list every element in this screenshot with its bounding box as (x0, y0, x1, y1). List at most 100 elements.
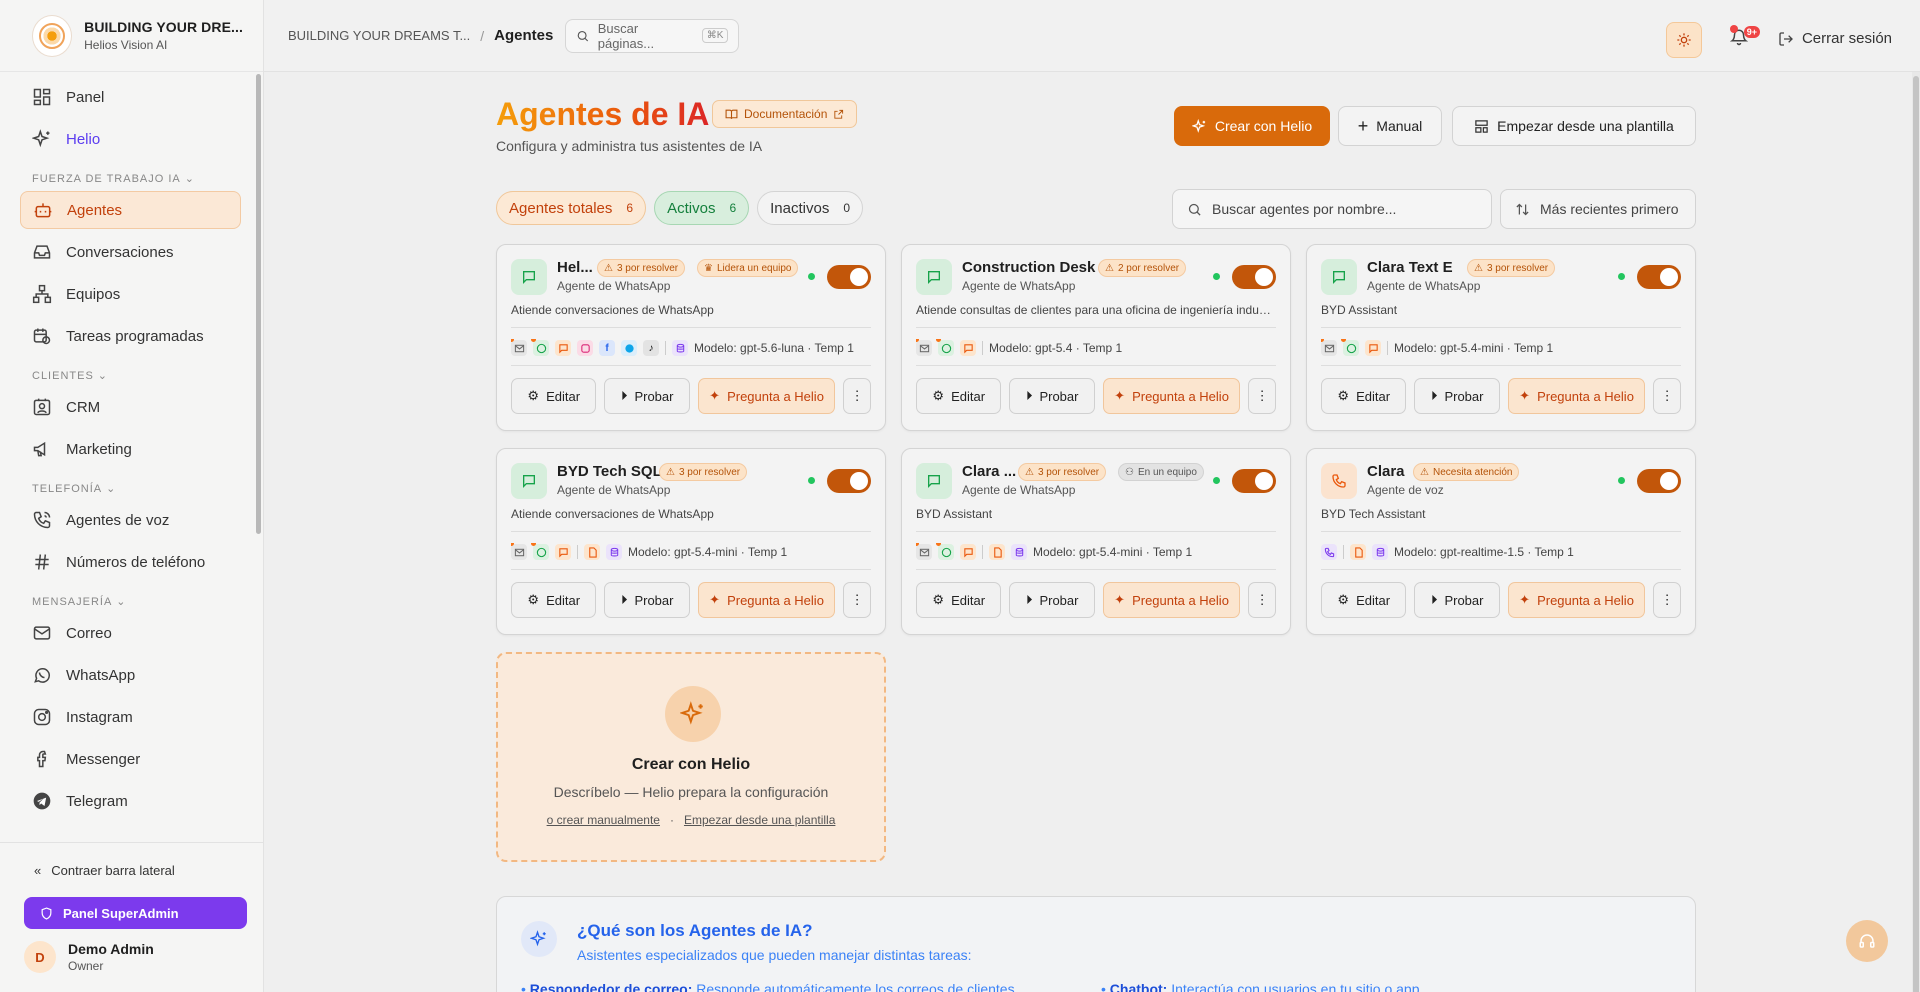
mail-channel-icon (916, 543, 932, 560)
section-clients[interactable]: CLIENTES ⌄ (32, 369, 241, 383)
sidebar-item-voice-agents[interactable]: Agentes de voz (20, 501, 241, 539)
section-phone[interactable]: TELEFONÍA ⌄ (32, 482, 241, 496)
agent-card[interactable]: Clara Text E ⚠ 3 por resolver Agente de W… (1306, 244, 1696, 431)
agent-card[interactable]: Construction Desk ⚠ 2 por resolver Agente… (901, 244, 1291, 431)
create-with-helio-button[interactable]: Crear con Helio (1174, 106, 1330, 146)
more-options-button[interactable]: ⋮ (1653, 582, 1681, 618)
page-scrollbar[interactable] (1912, 72, 1920, 992)
more-options-button[interactable]: ⋮ (1248, 378, 1276, 414)
sidebar-item-phone-numbers[interactable]: Números de teléfono (20, 543, 241, 581)
sidebar-item-agents[interactable]: Agentes (20, 191, 241, 229)
users-icon: ⚇ (1125, 466, 1134, 478)
test-button[interactable]: ⏵ Probar (1414, 582, 1500, 618)
chat-icon (916, 463, 952, 499)
docs-link[interactable]: Documentación (712, 100, 858, 128)
section-messaging[interactable]: MENSAJERÍA ⌄ (32, 595, 241, 609)
sort-select[interactable]: Más recientes primero (1500, 189, 1696, 229)
sidebar-item-telegram[interactable]: Telegram (20, 782, 241, 820)
agent-model: Modelo: gpt-5.4-mini · Temp 1 (1394, 341, 1554, 355)
sidebar-item-conversations[interactable]: Conversaciones (20, 233, 241, 271)
create-manually-link[interactable]: o crear manualmente (547, 813, 660, 827)
edit-button[interactable]: ⚙ Editar (511, 582, 597, 618)
agent-search-input[interactable]: Buscar agentes por nombre... (1172, 189, 1492, 229)
sidebar-item-marketing[interactable]: Marketing (20, 430, 241, 468)
create-agent-card[interactable]: Crear con Helio Descríbelo — Helio prepa… (496, 652, 886, 862)
agent-description: BYD Tech Assistant (1321, 507, 1681, 532)
sidebar-item-teams[interactable]: Equipos (20, 275, 241, 313)
agent-name: Clara Text E (1367, 259, 1453, 276)
mail-channel-icon (511, 543, 527, 560)
page-search-input[interactable]: Buscar páginas... ⌘K (565, 18, 740, 53)
edit-button[interactable]: ⚙ Editar (916, 378, 1002, 414)
agent-card[interactable]: Hel... ⚠ 3 por resolver ♛ Lidera un equipo… (496, 244, 886, 431)
agent-active-toggle[interactable] (827, 469, 871, 493)
agent-description: BYD Assistant (1321, 303, 1681, 328)
ask-helio-button[interactable]: ✦ Pregunta a Helio (1507, 582, 1646, 618)
collapse-sidebar-button[interactable]: « Contraer barra lateral (34, 855, 247, 885)
ask-helio-button[interactable]: ✦ Pregunta a Helio (697, 378, 836, 414)
sidebar-item-messenger[interactable]: Messenger (20, 740, 241, 778)
sidebar-item-crm[interactable]: CRM (20, 388, 241, 426)
more-options-button[interactable]: ⋮ (843, 582, 871, 618)
test-button[interactable]: ⏵ Probar (604, 582, 690, 618)
edit-button[interactable]: ⚙ Editar (1321, 378, 1407, 414)
filter-total[interactable]: Agentes totales 6 (496, 191, 647, 225)
mail-channel-icon (511, 339, 527, 356)
button-label: Crear con Helio (1214, 118, 1313, 134)
sidebar-item-whatsapp[interactable]: WhatsApp (20, 656, 241, 694)
more-options-button[interactable]: ⋮ (843, 378, 871, 414)
sidebar-item-instagram[interactable]: Instagram (20, 698, 241, 736)
breadcrumb-org[interactable]: BUILDING YOUR DREAMS T... (288, 28, 470, 43)
ask-helio-button[interactable]: ✦ Pregunta a Helio (1102, 378, 1241, 414)
test-button[interactable]: ⏵ Probar (1414, 378, 1500, 414)
ask-helio-button[interactable]: ✦ Pregunta a Helio (1507, 378, 1646, 414)
sidebar-item-email[interactable]: Correo (20, 614, 241, 652)
database-icon (1372, 544, 1388, 560)
edit-button[interactable]: ⚙ Editar (511, 378, 597, 414)
sidebar-item-label: Agentes de voz (66, 511, 170, 529)
agent-active-toggle[interactable] (1637, 469, 1681, 493)
sidebar-scrollbar[interactable] (256, 74, 261, 534)
brand[interactable]: BUILDING YOUR DRE... Helios Vision AI (0, 0, 263, 72)
agent-card[interactable]: Clara ⚠ Necesita atención Agente de voz B… (1306, 448, 1696, 635)
sidebar-item-scheduled[interactable]: Tareas programadas (20, 317, 241, 355)
filter-active[interactable]: Activos 6 (654, 191, 750, 225)
agent-card[interactable]: BYD Tech SQL ⚠ 3 por resolver Agente de W… (496, 448, 886, 635)
section-label: MENSAJERÍA (32, 595, 113, 608)
section-workforce[interactable]: FUERZA DE TRABAJO IA ⌄ (32, 172, 241, 186)
agent-active-toggle[interactable] (1232, 469, 1276, 493)
agent-card[interactable]: Clara ... ⚠ 3 por resolver ⚇ En un equipo … (901, 448, 1291, 635)
ask-helio-button[interactable]: ✦ Pregunta a Helio (697, 582, 836, 618)
user-menu[interactable]: D Demo Admin Owner (24, 941, 247, 973)
link-separator: · (669, 813, 674, 827)
theme-toggle-button[interactable] (1666, 22, 1702, 58)
agent-active-toggle[interactable] (1232, 265, 1276, 289)
agent-active-toggle[interactable] (827, 265, 871, 289)
more-options-button[interactable]: ⋮ (1248, 582, 1276, 618)
gear-icon: ⚙ (932, 592, 945, 607)
bullet-text: Responde automáticamente los correos de … (696, 981, 1015, 992)
superadmin-button[interactable]: Panel SuperAdmin (24, 897, 247, 929)
support-chat-button[interactable] (1846, 920, 1888, 962)
collapse-label: Contraer barra lateral (51, 862, 175, 878)
contact-icon (33, 398, 51, 416)
edit-button[interactable]: ⚙ Editar (1321, 582, 1407, 618)
logout-button[interactable]: Cerrar sesión (1778, 30, 1892, 47)
template-button[interactable]: Empezar desde una plantilla (1452, 106, 1696, 146)
instagram-icon (33, 708, 51, 726)
ask-helio-button[interactable]: ✦ Pregunta a Helio (1102, 582, 1241, 618)
test-button[interactable]: ⏵ Probar (1009, 582, 1095, 618)
button-label: Editar (1356, 388, 1391, 404)
filter-inactive[interactable]: Inactivos 0 (757, 191, 864, 225)
test-button[interactable]: ⏵ Probar (604, 378, 690, 414)
start-from-template-link[interactable]: Empezar desde una plantilla (684, 813, 835, 827)
sidebar-item-panel[interactable]: Panel (20, 78, 241, 116)
status-filters: Agentes totales 6 Activos 6 Inactivos 0 (496, 191, 864, 225)
edit-button[interactable]: ⚙ Editar (916, 582, 1002, 618)
more-options-button[interactable]: ⋮ (1653, 378, 1681, 414)
agent-active-toggle[interactable] (1637, 265, 1681, 289)
manual-button[interactable]: + Manual (1338, 106, 1442, 146)
button-label: Manual (1376, 118, 1423, 134)
test-button[interactable]: ⏵ Probar (1009, 378, 1095, 414)
sidebar-item-helio[interactable]: Helio (20, 120, 241, 158)
